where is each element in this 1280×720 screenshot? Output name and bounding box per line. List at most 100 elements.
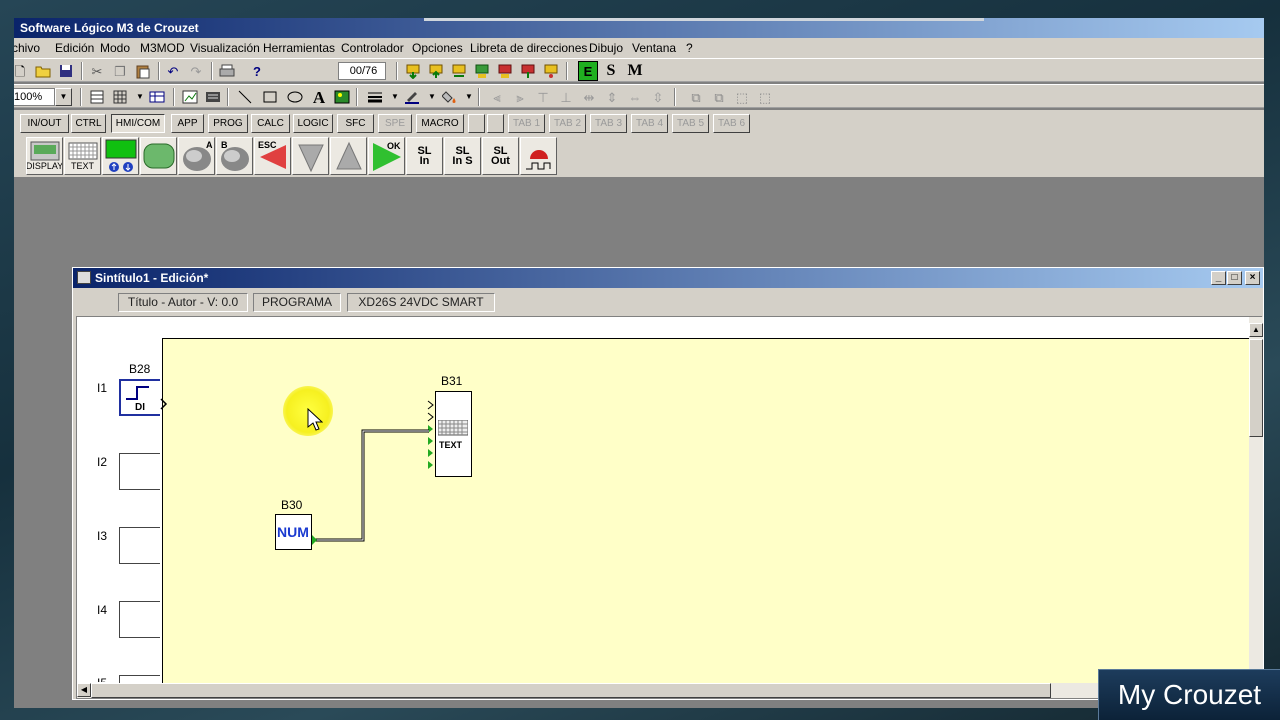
b30-to-b31-link[interactable]: [311, 417, 441, 547]
palette-alarm[interactable]: [520, 137, 557, 175]
tab-tab3[interactable]: TAB 3: [590, 114, 627, 133]
zoom-select[interactable]: 100%: [14, 88, 55, 106]
compare-icon[interactable]: [449, 61, 469, 81]
menu-edicion[interactable]: Edición: [55, 38, 94, 58]
menu-dibujo[interactable]: Dibujo: [589, 38, 623, 58]
palette-text[interactable]: TEXT: [64, 137, 101, 175]
scroll-left-arrow-icon[interactable]: ◀: [77, 683, 91, 697]
rectangle-icon[interactable]: [260, 87, 280, 107]
horizontal-scrollbar[interactable]: ◀: [77, 683, 1263, 698]
tab-blank-1[interactable]: [468, 114, 485, 133]
mode-monitoring-icon[interactable]: M: [625, 61, 645, 81]
grid-icon[interactable]: [87, 87, 107, 107]
input-slot-i2[interactable]: [119, 453, 160, 490]
group-icon[interactable]: ⬚: [732, 87, 752, 107]
pen-color-icon[interactable]: [402, 87, 422, 107]
tab-spe[interactable]: SPE: [378, 114, 412, 133]
ellipse-icon[interactable]: [285, 87, 305, 107]
new-icon[interactable]: 🗋: [14, 61, 30, 81]
palette-serial-in[interactable]: SL In: [406, 137, 443, 175]
palette-key-b[interactable]: B: [216, 137, 253, 175]
run-icon[interactable]: [472, 61, 492, 81]
tab-logic[interactable]: LOGIC: [293, 114, 333, 133]
menu-visualizacion[interactable]: Visualización: [190, 38, 260, 58]
diagram-canvas[interactable]: I1 I2 I3 I4 I5 B28 DI B31 TEXT B30: [76, 316, 1263, 699]
input-slot-i3[interactable]: [119, 527, 160, 564]
tab-tab2[interactable]: TAB 2: [549, 114, 586, 133]
tab-prog[interactable]: PROG: [208, 114, 248, 133]
ungroup-icon[interactable]: ⬚: [755, 87, 775, 107]
project-info-field[interactable]: Título - Autor - V: 0.0: [118, 293, 248, 312]
maximize-button[interactable]: □: [1227, 271, 1242, 285]
distribute-h-icon[interactable]: ⇔: [625, 87, 645, 107]
block-b28-digital-input[interactable]: DI: [119, 379, 160, 416]
keyboard-icon[interactable]: [203, 87, 223, 107]
connect-icon[interactable]: [541, 61, 561, 81]
block-b30-numeric[interactable]: NUM: [275, 514, 312, 550]
open-icon[interactable]: [33, 61, 53, 81]
palette-serial-in-s[interactable]: SL In S: [444, 137, 481, 175]
controller-type-field[interactable]: XD26S 24VDC SMART: [347, 293, 495, 312]
minimize-button[interactable]: _: [1211, 271, 1226, 285]
transfer-read-icon[interactable]: [426, 61, 446, 81]
redo-icon[interactable]: ↷: [186, 61, 206, 81]
stop-icon[interactable]: [495, 61, 515, 81]
align-top-icon[interactable]: ⊤: [533, 87, 553, 107]
align-bottom-icon[interactable]: ⊥: [556, 87, 576, 107]
tab-tab1[interactable]: TAB 1: [508, 114, 545, 133]
input-slot-i4[interactable]: [119, 601, 160, 638]
tab-macro[interactable]: MACRO: [416, 114, 464, 133]
tab-blank-2[interactable]: [487, 114, 504, 133]
tab-calc[interactable]: CALC: [251, 114, 290, 133]
palette-key-a[interactable]: A: [178, 137, 215, 175]
close-button[interactable]: ×: [1245, 271, 1260, 285]
horizontal-scroll-thumb[interactable]: [91, 683, 1051, 698]
vertical-scroll-thumb[interactable]: [1249, 339, 1263, 437]
zoom-dropdown-chevron-icon[interactable]: ▼: [55, 88, 72, 106]
line-icon[interactable]: [235, 87, 255, 107]
fill-color-chevron-icon[interactable]: ▼: [459, 87, 479, 107]
tab-ctrl[interactable]: CTRL: [71, 114, 106, 133]
grid-dots-icon[interactable]: [110, 87, 130, 107]
palette-display-nav[interactable]: [102, 137, 139, 175]
align-right-icon[interactable]: ⫸: [510, 87, 530, 107]
palette-key-down[interactable]: [292, 137, 329, 175]
bring-front-icon[interactable]: ⧉: [686, 87, 706, 107]
palette-button[interactable]: [140, 137, 177, 175]
input-slot-i5[interactable]: [119, 675, 160, 683]
menu-m3mod[interactable]: M3MOD: [140, 38, 185, 58]
tab-app[interactable]: APP: [171, 114, 204, 133]
program-view-button[interactable]: PROGRAMA: [253, 293, 341, 312]
chart-icon[interactable]: [180, 87, 200, 107]
menu-libreta-direcciones[interactable]: Libreta de direcciones: [470, 38, 587, 58]
transfer-write-icon[interactable]: [403, 61, 423, 81]
send-back-icon[interactable]: ⧉: [709, 87, 729, 107]
scroll-up-arrow-icon[interactable]: ▲: [1249, 323, 1263, 337]
print-icon[interactable]: [217, 61, 237, 81]
palette-key-esc[interactable]: ESC: [254, 137, 291, 175]
palette-serial-out[interactable]: SL Out: [482, 137, 519, 175]
copy-icon[interactable]: ❐: [110, 61, 130, 81]
pen-color-chevron-icon[interactable]: ▼: [422, 87, 442, 107]
fill-color-icon[interactable]: [440, 87, 460, 107]
menu-help[interactable]: ?: [686, 38, 693, 58]
menu-herramientas[interactable]: Herramientas: [263, 38, 335, 58]
menu-modo[interactable]: Modo: [100, 38, 130, 58]
vertical-scrollbar[interactable]: ▲: [1249, 317, 1263, 683]
text-icon[interactable]: A: [309, 87, 329, 107]
monitor-icon[interactable]: [518, 61, 538, 81]
palette-key-ok[interactable]: OK: [368, 137, 405, 175]
table-icon[interactable]: [147, 87, 167, 107]
tab-in-out[interactable]: IN/OUT: [20, 114, 69, 133]
menu-ventana[interactable]: Ventana: [632, 38, 676, 58]
line-width-icon[interactable]: [365, 87, 385, 107]
menu-opciones[interactable]: Opciones: [412, 38, 463, 58]
tab-tab4[interactable]: TAB 4: [631, 114, 668, 133]
distribute-v-icon[interactable]: ⇳: [648, 87, 668, 107]
palette-display[interactable]: DISPLAY: [26, 137, 63, 175]
tab-hmi-com[interactable]: HMI/COM: [111, 114, 165, 133]
align-left-icon[interactable]: ⫷: [487, 87, 507, 107]
mode-edit-icon[interactable]: E: [578, 61, 598, 81]
palette-key-up[interactable]: [330, 137, 367, 175]
tab-sfc[interactable]: SFC: [337, 114, 374, 133]
